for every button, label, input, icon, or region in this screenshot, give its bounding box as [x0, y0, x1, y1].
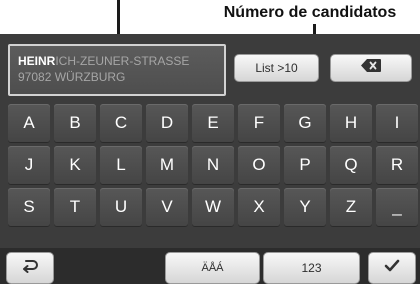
- key-e[interactable]: E: [192, 104, 234, 142]
- navigation-screen: HEINRICH-ZEUNER-STRASSE 97082 WÜRZBURG L…: [0, 34, 420, 284]
- key-f[interactable]: F: [238, 104, 280, 142]
- delete-button[interactable]: [330, 54, 412, 82]
- key-o[interactable]: O: [238, 146, 280, 184]
- list-candidates-button[interactable]: List >10: [234, 54, 319, 82]
- key-u[interactable]: U: [100, 188, 142, 226]
- key-q[interactable]: Q: [330, 146, 372, 184]
- key-v[interactable]: V: [146, 188, 188, 226]
- key-k[interactable]: K: [54, 146, 96, 184]
- address-line-street: HEINRICH-ZEUNER-STRASSE: [18, 53, 216, 69]
- key-r[interactable]: R: [376, 146, 418, 184]
- key-p[interactable]: P: [284, 146, 326, 184]
- backspace-icon: [361, 59, 381, 77]
- autocomplete-suggestion: ICH-ZEUNER-STRASSE: [55, 54, 190, 68]
- key-x[interactable]: X: [238, 188, 280, 226]
- key-w[interactable]: W: [192, 188, 234, 226]
- key-n[interactable]: N: [192, 146, 234, 184]
- key-g[interactable]: G: [284, 104, 326, 142]
- key-l[interactable]: L: [100, 146, 142, 184]
- key-a[interactable]: A: [8, 104, 50, 142]
- keyboard: A B C D E F G H I J K L M N O P Q R S T …: [8, 104, 418, 226]
- checkmark-icon: [384, 259, 400, 277]
- key-h[interactable]: H: [330, 104, 372, 142]
- key-t[interactable]: T: [54, 188, 96, 226]
- key-j[interactable]: J: [8, 146, 50, 184]
- key-c[interactable]: C: [100, 104, 142, 142]
- key-space[interactable]: _: [376, 188, 418, 226]
- key-d[interactable]: D: [146, 104, 188, 142]
- key-b[interactable]: B: [54, 104, 96, 142]
- key-y[interactable]: Y: [284, 188, 326, 226]
- key-i[interactable]: I: [376, 104, 418, 142]
- typed-text: HEINR: [18, 54, 56, 68]
- special-characters-button[interactable]: ÄÅÁ: [165, 252, 260, 284]
- callout-label-candidate-count: Número de candidatos: [223, 4, 397, 21]
- key-s[interactable]: S: [8, 188, 50, 226]
- key-m[interactable]: M: [146, 146, 188, 184]
- address-entry-field[interactable]: HEINRICH-ZEUNER-STRASSE 97082 WÜRZBURG: [8, 44, 226, 96]
- numbers-button[interactable]: 123: [263, 252, 360, 284]
- confirm-button[interactable]: [368, 252, 416, 284]
- back-button[interactable]: [6, 252, 54, 284]
- key-z[interactable]: Z: [330, 188, 372, 226]
- return-arrow-icon: [22, 259, 38, 278]
- address-line-city: 97082 WÜRZBURG: [18, 70, 126, 84]
